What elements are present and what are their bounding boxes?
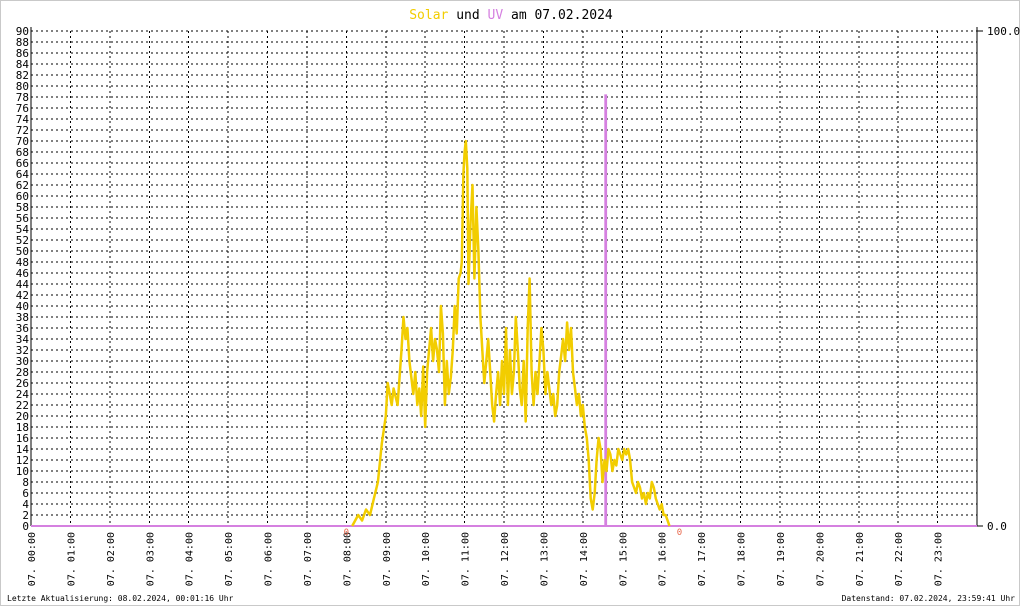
last-update-text: Letzte Aktualisierung: 08.02.2024, 00:01…: [7, 594, 234, 603]
zero-marker: 0: [344, 528, 349, 538]
x-tick-label: 07. 09:00: [382, 532, 393, 586]
x-tick-label: 07. 00:00: [27, 532, 38, 586]
x-tick-label: 07. 17:00: [697, 532, 708, 586]
x-tick-label: 07. 14:00: [579, 532, 590, 586]
x-tick-label: 07. 20:00: [815, 532, 826, 586]
x-tick-label: 07. 11:00: [461, 532, 472, 586]
x-tick-label: 07. 15:00: [618, 532, 629, 586]
x-tick-label: 07. 23:00: [934, 532, 945, 586]
title-date: am 07.02.2024: [511, 8, 613, 23]
solar-uv-chart: Solar und UV am 07.02.2024 0246810121416…: [16, 8, 1020, 586]
x-tick-label: 07. 03:00: [145, 532, 156, 586]
x-tick-label: 07. 08:00: [342, 532, 353, 586]
y2-tick-label: 0.0: [987, 520, 1007, 533]
svg-text:Solar und: Solar und UV am 07.02.2024: [409, 8, 613, 23]
grid: [31, 30, 977, 526]
title-solar-word: Solar: [409, 8, 448, 23]
x-tick-label: 07. 10:00: [421, 532, 432, 586]
solar-series-line: [351, 139, 671, 527]
x-tick-label: 07. 06:00: [264, 532, 275, 586]
x-tick-label: 07. 16:00: [658, 532, 669, 586]
x-tick-label: 07. 12:00: [500, 532, 511, 586]
zero-marker: 0: [677, 528, 682, 538]
title-uv-word: UV: [488, 8, 504, 23]
x-tick-label: 07. 04:00: [185, 532, 196, 586]
x-tick-label: 07. 19:00: [776, 532, 787, 586]
title-und-word: und: [456, 8, 479, 23]
x-tick-label: 07. 07:00: [303, 532, 314, 586]
x-tick-label: 07. 18:00: [737, 532, 748, 586]
x-tick-label: 07. 05:00: [224, 532, 235, 586]
chart-title: Solar und UV am 07.02.2024: [409, 8, 613, 23]
x-tick-label: 07. 01:00: [66, 532, 77, 586]
y2-tick-label: 100.0: [987, 25, 1020, 38]
x-tick-label: 07. 22:00: [894, 532, 905, 586]
x-tick-label: 07. 02:00: [106, 532, 117, 586]
data-state-text: Datenstand: 07.02.2024, 23:59:41 Uhr: [841, 594, 1015, 603]
x-tick-label: 07. 21:00: [855, 532, 866, 586]
y-tick-label: 90: [16, 25, 29, 38]
x-tick-label: 07. 13:00: [539, 532, 550, 586]
chart-frame: Solar und UV am 07.02.2024 0 2 4 6 8 10 12 14 16…: [0, 0, 1020, 606]
